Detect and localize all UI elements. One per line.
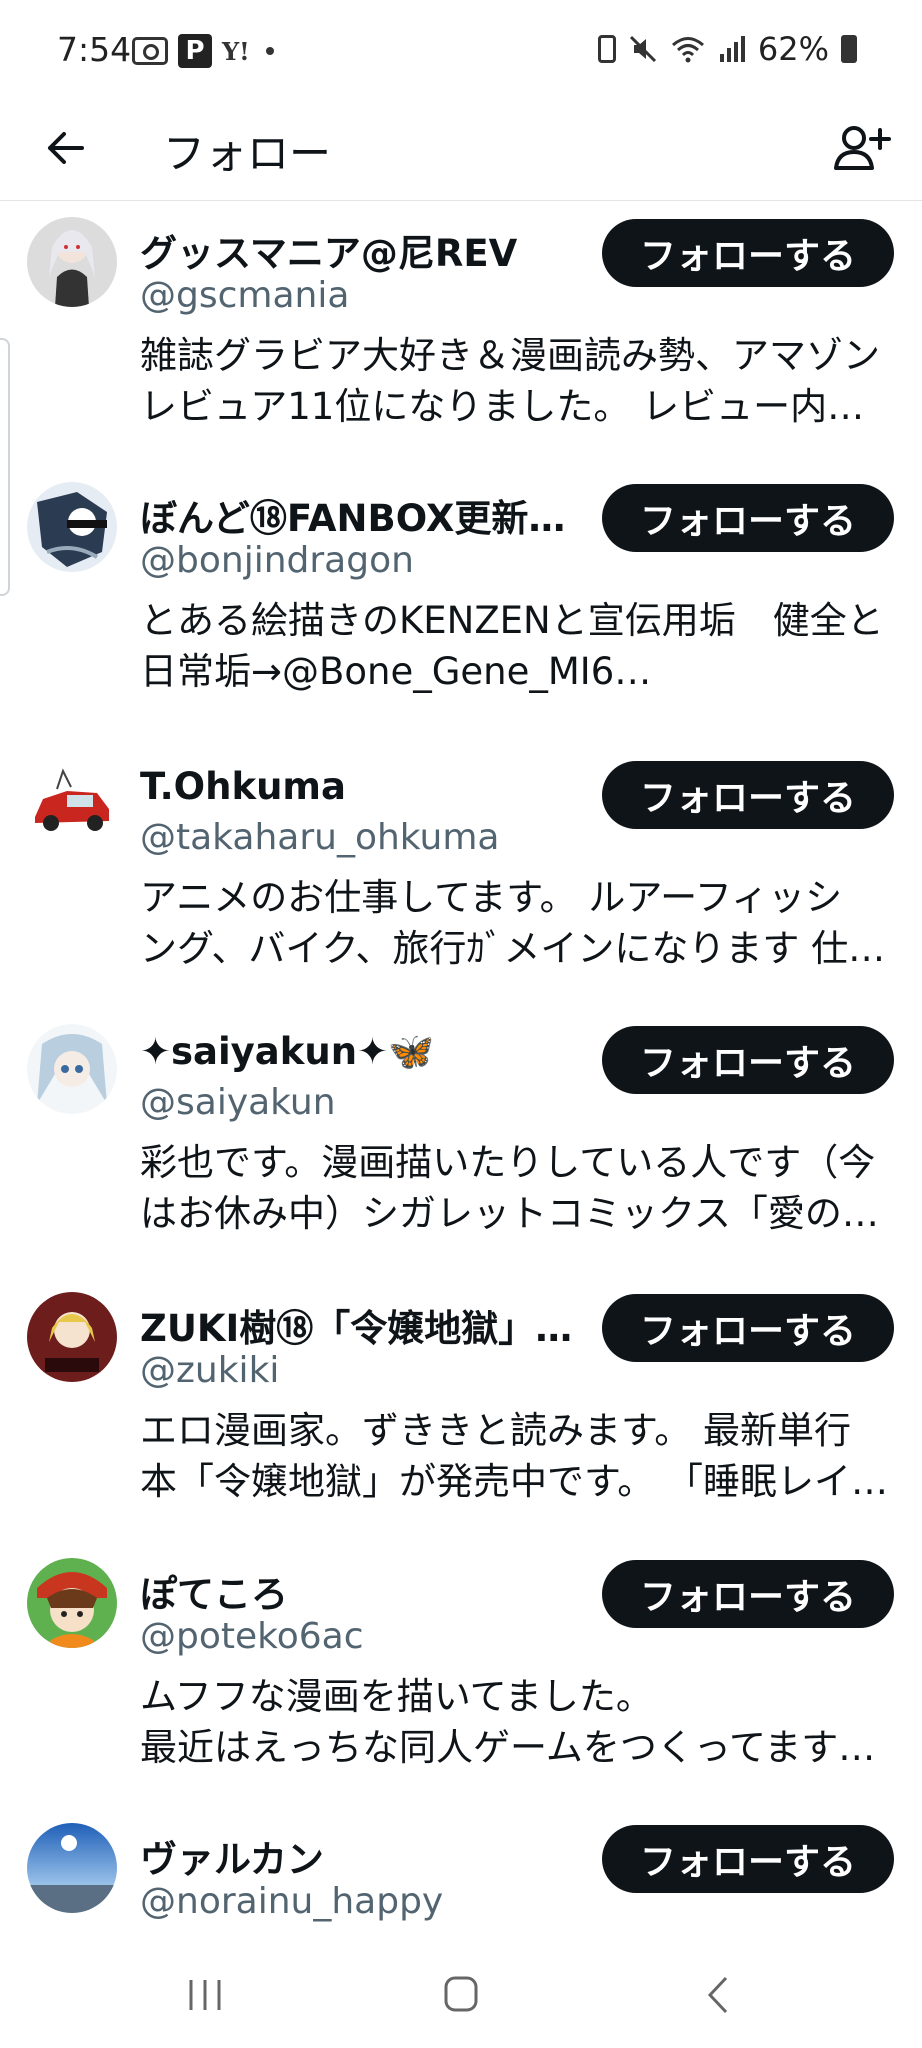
user-handle: @norainu_happy [140, 1881, 444, 1922]
user-handle: @zukiki [140, 1350, 280, 1391]
user-bio: アニメのお仕事してます。 ルアーフィッシ ング、バイク、旅行ｶﾞメインになります… [140, 872, 896, 974]
top-app-bar: フォロー [0, 100, 922, 201]
user-bio: エロ漫画家。ずききと読みます。 最新単行 本「令嬢地獄」が発売中です。 「睡眠レ… [140, 1405, 896, 1507]
camera-icon [132, 37, 168, 65]
recents-icon[interactable] [175, 1970, 235, 2020]
bio-line: 彩也です。漫画描いたりしている人です（今 [140, 1141, 876, 1184]
user-name: ぽてころ [140, 1573, 288, 1616]
bio-line: 最近はえっちな同人ゲームをつくってます… [140, 1726, 876, 1769]
follow-button[interactable]: フォローする [602, 761, 894, 829]
avatar[interactable] [27, 1292, 117, 1382]
list-item[interactable]: T.Ohkuma @takaharu_ohkuma フォローする アニメのお仕事… [0, 747, 922, 1012]
bio-line: アニメのお仕事してます。 ルアーフィッシ [140, 876, 843, 919]
bio-line: ング、バイク、旅行ｶﾞメインになります 仕… [140, 927, 886, 970]
user-bio: 雑誌グラビア大好き＆漫画読み勢、アマゾン レビュア11位になりました。 レビュー… [140, 330, 896, 432]
user-handle: @gscmania [140, 275, 350, 316]
user-bio: 彩也です。漫画描いたりしている人です（今 はお休み中）シガレットコミックス「愛の… [140, 1137, 896, 1239]
user-name: グッスマニア@尼REV [140, 232, 518, 275]
user-handle: @takaharu_ohkuma [140, 817, 500, 858]
battery-saver-icon [597, 35, 616, 63]
bio-line: 日常垢→@Bone_Gene_MI6… [140, 650, 652, 693]
mute-icon [629, 35, 656, 63]
user-handle: @bonjindragon [140, 540, 414, 581]
user-handle: @poteko6ac [140, 1616, 364, 1657]
follow-button[interactable]: フォローする [602, 219, 894, 287]
user-name: ✦saiyakun✦🦋 [140, 1030, 435, 1073]
user-name: ぼんど⑱FANBOX更新… [140, 497, 566, 540]
dot-icon [265, 47, 274, 55]
avatar[interactable] [27, 217, 117, 307]
follow-button[interactable]: フォローする [602, 484, 894, 552]
bio-line: とある絵描きのKENZENと宣伝用垢 健全と [140, 599, 884, 642]
user-name: T.Ohkuma [140, 765, 346, 808]
add-user-icon[interactable] [828, 116, 894, 182]
user-name: ヴァルカン [140, 1838, 324, 1881]
wifi-icon [671, 37, 704, 63]
bio-line: ムフフな漫画を描いてました。 [140, 1675, 653, 1718]
avatar[interactable] [27, 1823, 117, 1913]
bio-line: レビュア11位になりました。 レビュー内容… [140, 385, 896, 428]
follow-button[interactable]: フォローする [602, 1294, 894, 1362]
nav-back-icon[interactable] [690, 1970, 750, 2020]
status-right-icons: 62% [597, 30, 857, 68]
list-item[interactable]: ぼんど⑱FANBOX更新… @bonjindragon フォローする とある絵描… [0, 470, 922, 747]
status-time: 7:54 [57, 30, 132, 69]
follow-button[interactable]: フォローする [602, 1026, 894, 1094]
paypay-icon: P [178, 34, 212, 68]
follow-button[interactable]: フォローする [602, 1825, 894, 1893]
bio-line: エロ漫画家。ずききと読みます。 最新単行 [140, 1409, 852, 1452]
avatar[interactable] [27, 1558, 117, 1648]
signal-icon [719, 36, 745, 62]
home-icon[interactable] [431, 1970, 491, 2020]
page-title: フォロー [163, 129, 332, 178]
back-arrow-icon[interactable] [38, 120, 94, 176]
avatar[interactable] [27, 482, 117, 572]
status-left-icons: P Y! [132, 34, 274, 68]
yahoo-icon: Y! [222, 36, 250, 66]
list-item[interactable]: ヴァルカン @norainu_happy フォローする [0, 1811, 922, 1941]
user-bio: ムフフな漫画を描いてました。 最近はえっちな同人ゲームをつくってます… [140, 1671, 896, 1773]
avatar[interactable] [27, 1024, 117, 1114]
user-bio: とある絵描きのKENZENと宣伝用垢 健全と 日常垢→@Bone_Gene_MI… [140, 595, 896, 697]
avatar[interactable] [27, 759, 117, 849]
system-nav-bar [0, 1940, 922, 2048]
battery-icon [841, 35, 857, 63]
bio-line: はお休み中）シガレットコミックス「愛の… [140, 1192, 879, 1235]
user-name: ZUKI樹⑱「令嬢地獄」… [140, 1307, 573, 1350]
list-item[interactable]: ZUKI樹⑱「令嬢地獄」… @zukiki フォローする エロ漫画家。ずききと読… [0, 1280, 922, 1546]
list-item[interactable]: ぽてころ @poteko6ac フォローする ムフフな漫画を描いてました。 最近… [0, 1546, 922, 1811]
status-bar: 7:54 P Y! 62% [0, 0, 922, 100]
bio-line: 雑誌グラビア大好き＆漫画読み勢、アマゾン [140, 334, 880, 377]
bio-line: 本「令嬢地獄」が発売中です。 「睡眠レイ… [140, 1460, 889, 1503]
battery-percent: 62% [757, 30, 829, 68]
follow-button[interactable]: フォローする [602, 1560, 894, 1628]
list-item[interactable]: グッスマニア@尼REV @gscmania フォローする 雑誌グラビア大好き＆漫… [0, 205, 922, 470]
user-handle: @saiyakun [140, 1082, 336, 1123]
list-item[interactable]: ✦saiyakun✦🦋 @saiyakun フォローする 彩也です。漫画描いたり… [0, 1012, 922, 1280]
